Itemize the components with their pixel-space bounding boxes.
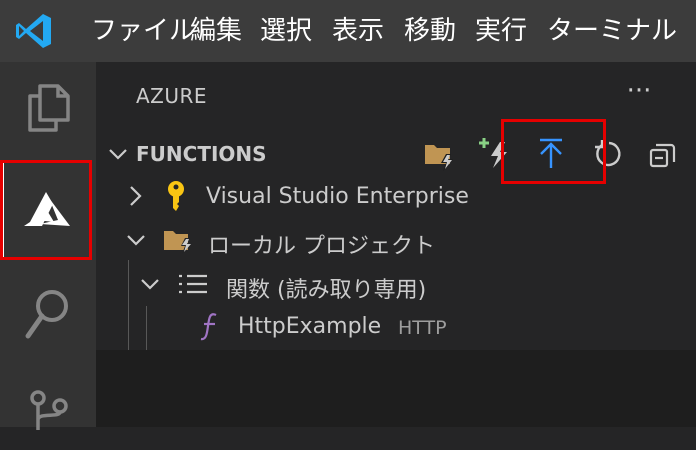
menu-edit[interactable]: 編集 — [190, 14, 242, 48]
folder-lightning-icon — [164, 231, 192, 254]
functions-section-header[interactable]: FUNCTIONS — [96, 136, 696, 172]
chevron-down-icon — [141, 279, 159, 290]
activity-explorer[interactable] — [0, 62, 96, 158]
panel-title: AZURE — [136, 84, 208, 108]
indent-guide — [146, 306, 147, 350]
menu-run[interactable]: 実行 — [475, 14, 527, 48]
subscription-label: Visual Studio Enterprise — [206, 184, 469, 209]
search-icon — [25, 290, 68, 339]
collapse-all-icon[interactable] — [646, 138, 680, 172]
section-title: FUNCTIONS — [136, 142, 267, 166]
menu-go[interactable]: 移動 — [404, 14, 456, 48]
function-trigger-label: HTTP — [398, 317, 447, 339]
azure-panel: AZURE ··· FUNCTIONS Visual Studio Enterp… — [96, 62, 696, 350]
menu-file[interactable]: ファイル — [91, 14, 195, 48]
key-icon — [168, 181, 184, 211]
list-icon — [179, 274, 207, 294]
azure-highlight-box — [0, 160, 92, 260]
menu-selection[interactable]: 選択 — [260, 14, 312, 48]
deploy-highlight-box — [501, 119, 606, 184]
menu-view[interactable]: 表示 — [332, 14, 384, 48]
chevron-down-icon — [127, 235, 145, 246]
chevron-right-icon — [130, 186, 142, 206]
indent-guide — [128, 260, 129, 350]
tree-item-function[interactable]: HttpExample HTTP — [96, 306, 696, 346]
more-actions-button[interactable]: ··· — [624, 76, 654, 106]
local-project-label: ローカル プロジェクト — [208, 234, 435, 259]
menu-bar: ファイル 編集 選択 表示 移動 実行 ターミナル — [0, 0, 696, 62]
menu-terminal[interactable]: ターミナル — [547, 14, 677, 48]
activity-bar — [0, 62, 96, 430]
functions-folder-label: 関数 (読み取り専用) — [226, 278, 427, 303]
tree-item-subscription[interactable]: Visual Studio Enterprise — [96, 176, 696, 216]
folder-lightning-icon[interactable] — [422, 138, 456, 172]
chevron-down-icon — [109, 149, 127, 160]
files-icon — [28, 84, 70, 132]
vscode-logo-icon — [16, 14, 51, 48]
function-name-label: HttpExample — [238, 314, 382, 339]
activity-source-control[interactable] — [0, 354, 96, 450]
function-icon — [200, 313, 217, 341]
tree-item-local-project[interactable]: ローカル プロジェクト — [96, 220, 696, 260]
lower-panel-area — [96, 350, 696, 427]
source-control-icon — [30, 390, 68, 430]
activity-search[interactable] — [0, 258, 96, 354]
tree-item-functions-folder[interactable]: 関数 (読み取り専用) — [96, 264, 696, 304]
